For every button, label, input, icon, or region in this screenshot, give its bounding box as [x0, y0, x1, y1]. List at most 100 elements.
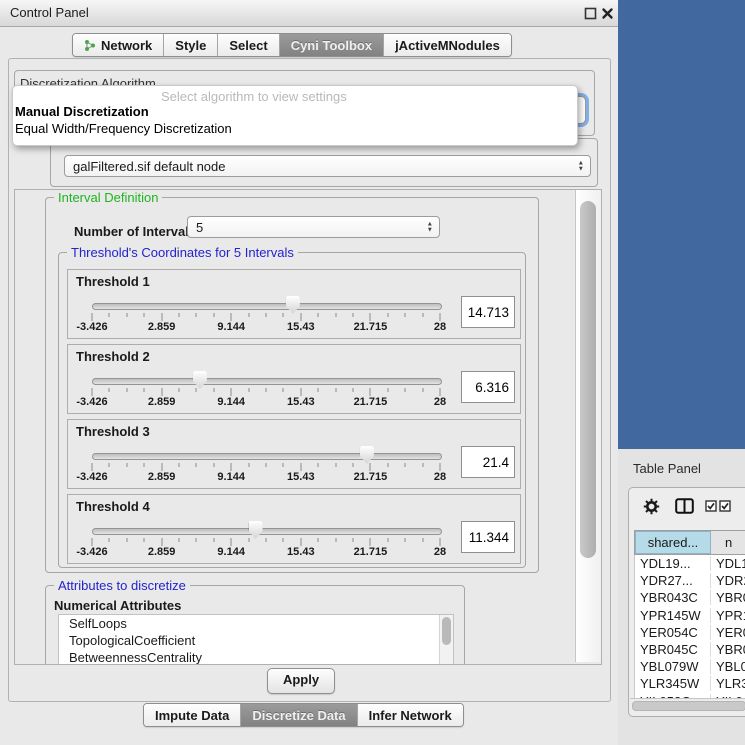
table-horizontal-scrollbar[interactable]: [630, 698, 745, 710]
table-row[interactable]: YPR145WYPR1: [635, 607, 745, 624]
tick-mark: [440, 313, 441, 321]
tick-label: 28: [434, 321, 446, 333]
table-panel-inner: shared... n YDL19...YDL1YDR27...YDR2YBR0…: [628, 487, 745, 717]
cell-name: YDL1: [711, 556, 745, 571]
tick-mark: [144, 538, 145, 542]
attributes-group-title: Attributes to discretize: [54, 578, 190, 593]
attributes-scrollbar-thumb[interactable]: [442, 617, 451, 645]
control-panel-titlebar: Control Panel: [0, 0, 618, 27]
tab-style[interactable]: Style: [164, 34, 218, 56]
attributes-scrollbar[interactable]: [439, 615, 453, 665]
column-header-shared-name[interactable]: shared...: [635, 531, 711, 554]
tick-label: -3.426: [76, 321, 107, 333]
interval-definition-group: Interval Definition Number of Intervals …: [45, 197, 539, 573]
slider-track[interactable]: [92, 528, 442, 535]
threshold-value-field[interactable]: [461, 521, 515, 553]
checkbox-icon[interactable]: [719, 500, 731, 512]
slider-track[interactable]: [92, 453, 442, 460]
tab-label: Select: [229, 38, 267, 53]
attribute-item[interactable]: BetweennessCentrality: [59, 649, 453, 665]
slider-thumb[interactable]: [286, 296, 300, 314]
tick-mark: [179, 463, 180, 467]
column-header-name[interactable]: n: [711, 531, 745, 554]
tick-mark: [266, 313, 267, 317]
tick-mark: [92, 313, 93, 321]
table-row[interactable]: YDL19...YDL1: [635, 555, 745, 572]
threshold-slider[interactable]: -3.4262.8599.14415.4321.71528: [92, 371, 440, 411]
number-of-intervals-combobox[interactable]: 5 ▲▼: [187, 216, 440, 238]
tick-label: 2.859: [148, 471, 176, 483]
threshold-value-field[interactable]: [461, 371, 515, 403]
tick-mark: [387, 538, 388, 542]
slider-thumb[interactable]: [193, 371, 207, 389]
tick-mark: [161, 538, 162, 546]
slider-thumb[interactable]: [249, 521, 263, 539]
threshold-slider[interactable]: -3.4262.8599.14415.4321.71528: [92, 521, 440, 561]
algorithm-option[interactable]: Manual Discretization: [15, 104, 149, 120]
threshold-value-field[interactable]: [461, 296, 515, 328]
cell-shared-name: YBL079W: [635, 659, 711, 674]
tab-infer-network[interactable]: Infer Network: [358, 704, 463, 726]
tick-mark: [422, 388, 423, 392]
tick-mark: [405, 313, 406, 317]
tick-label: 28: [434, 396, 446, 408]
tab-discretize-data[interactable]: Discretize Data: [241, 704, 357, 726]
panel-scrollbar[interactable]: [575, 190, 601, 662]
table-horizontal-scrollbar-thumb[interactable]: [632, 701, 745, 711]
control-panel-window: Control Panel NetworkStyle Select Cyni Too…: [0, 0, 618, 745]
checkbox-icon[interactable]: [705, 500, 717, 512]
table-header-row: shared... n: [634, 530, 745, 555]
table-data-combobox-value: galFiltered.sif default node: [73, 159, 225, 174]
cell-shared-name: YBR043C: [635, 590, 711, 605]
tab-select[interactable]: Select: [218, 34, 279, 56]
tab-cyni-toolbox[interactable]: Cyni Toolbox: [280, 34, 384, 56]
tick-mark: [231, 538, 232, 546]
attribute-item[interactable]: SelfLoops: [59, 615, 453, 632]
table-row[interactable]: YER054CYER0: [635, 624, 745, 641]
tick-mark: [353, 463, 354, 467]
tick-label: 15.43: [287, 471, 315, 483]
table-row[interactable]: YBL079WYBL0: [635, 658, 745, 675]
float-window-icon[interactable]: [584, 7, 597, 20]
tab-impute-data[interactable]: Impute Data: [144, 704, 241, 726]
table-row[interactable]: YDR27...YDR2: [635, 572, 745, 589]
gear-icon[interactable]: [643, 498, 660, 515]
tick-label: 28: [434, 471, 446, 483]
algorithm-option[interactable]: Equal Width/Frequency Discretization: [15, 121, 232, 137]
threshold-slider[interactable]: -3.4262.8599.14415.4321.71528: [92, 446, 440, 486]
table-row[interactable]: YLR345WYLR3: [635, 675, 745, 692]
attribute-item[interactable]: TopologicalCoefficient: [59, 632, 453, 649]
tab-network[interactable]: Network: [73, 34, 164, 56]
tick-mark: [161, 463, 162, 471]
split-view-icon[interactable]: [675, 498, 694, 514]
top-tab-bar: NetworkStyle Select Cyni ToolboxjActiveMNo…: [72, 33, 512, 57]
tick-mark: [109, 388, 110, 392]
table-row[interactable]: YBR043CYBR0: [635, 589, 745, 606]
tick-mark: [179, 313, 180, 317]
tick-mark: [196, 388, 197, 392]
threshold-slider[interactable]: -3.4262.8599.14415.4321.71528: [92, 296, 440, 336]
cell-name: YBR0: [711, 642, 745, 657]
slider-tick-labels: -3.4262.8599.14415.4321.71528: [92, 321, 440, 333]
tick-mark: [370, 388, 371, 396]
tick-label: 9.144: [217, 471, 245, 483]
threshold-value-field[interactable]: [461, 446, 515, 478]
tick-mark: [370, 313, 371, 321]
table-row[interactable]: YBR045CYBR0: [635, 641, 745, 658]
tick-label: 21.715: [354, 471, 388, 483]
tick-mark: [196, 313, 197, 317]
tick-mark: [335, 463, 336, 467]
tab-jactivemnodules[interactable]: jActiveMNodules: [384, 34, 511, 56]
panel-scrollbar-thumb[interactable]: [580, 201, 596, 558]
algorithm-dropdown-popup: Select algorithm to view settings Manual…: [12, 85, 578, 146]
cell-shared-name: YBR045C: [635, 642, 711, 657]
close-icon[interactable]: [601, 7, 614, 20]
apply-button[interactable]: Apply: [267, 668, 335, 694]
slider-track[interactable]: [92, 303, 442, 310]
tab-label: Infer Network: [369, 708, 452, 723]
slider-thumb[interactable]: [360, 446, 374, 464]
slider-track[interactable]: [92, 378, 442, 385]
tick-label: 9.144: [217, 321, 245, 333]
node-table: shared... n YDL19...YDL1YDR27...YDR2YBR0…: [634, 530, 745, 710]
table-data-combobox[interactable]: galFiltered.sif default node ▲▼: [64, 155, 591, 177]
